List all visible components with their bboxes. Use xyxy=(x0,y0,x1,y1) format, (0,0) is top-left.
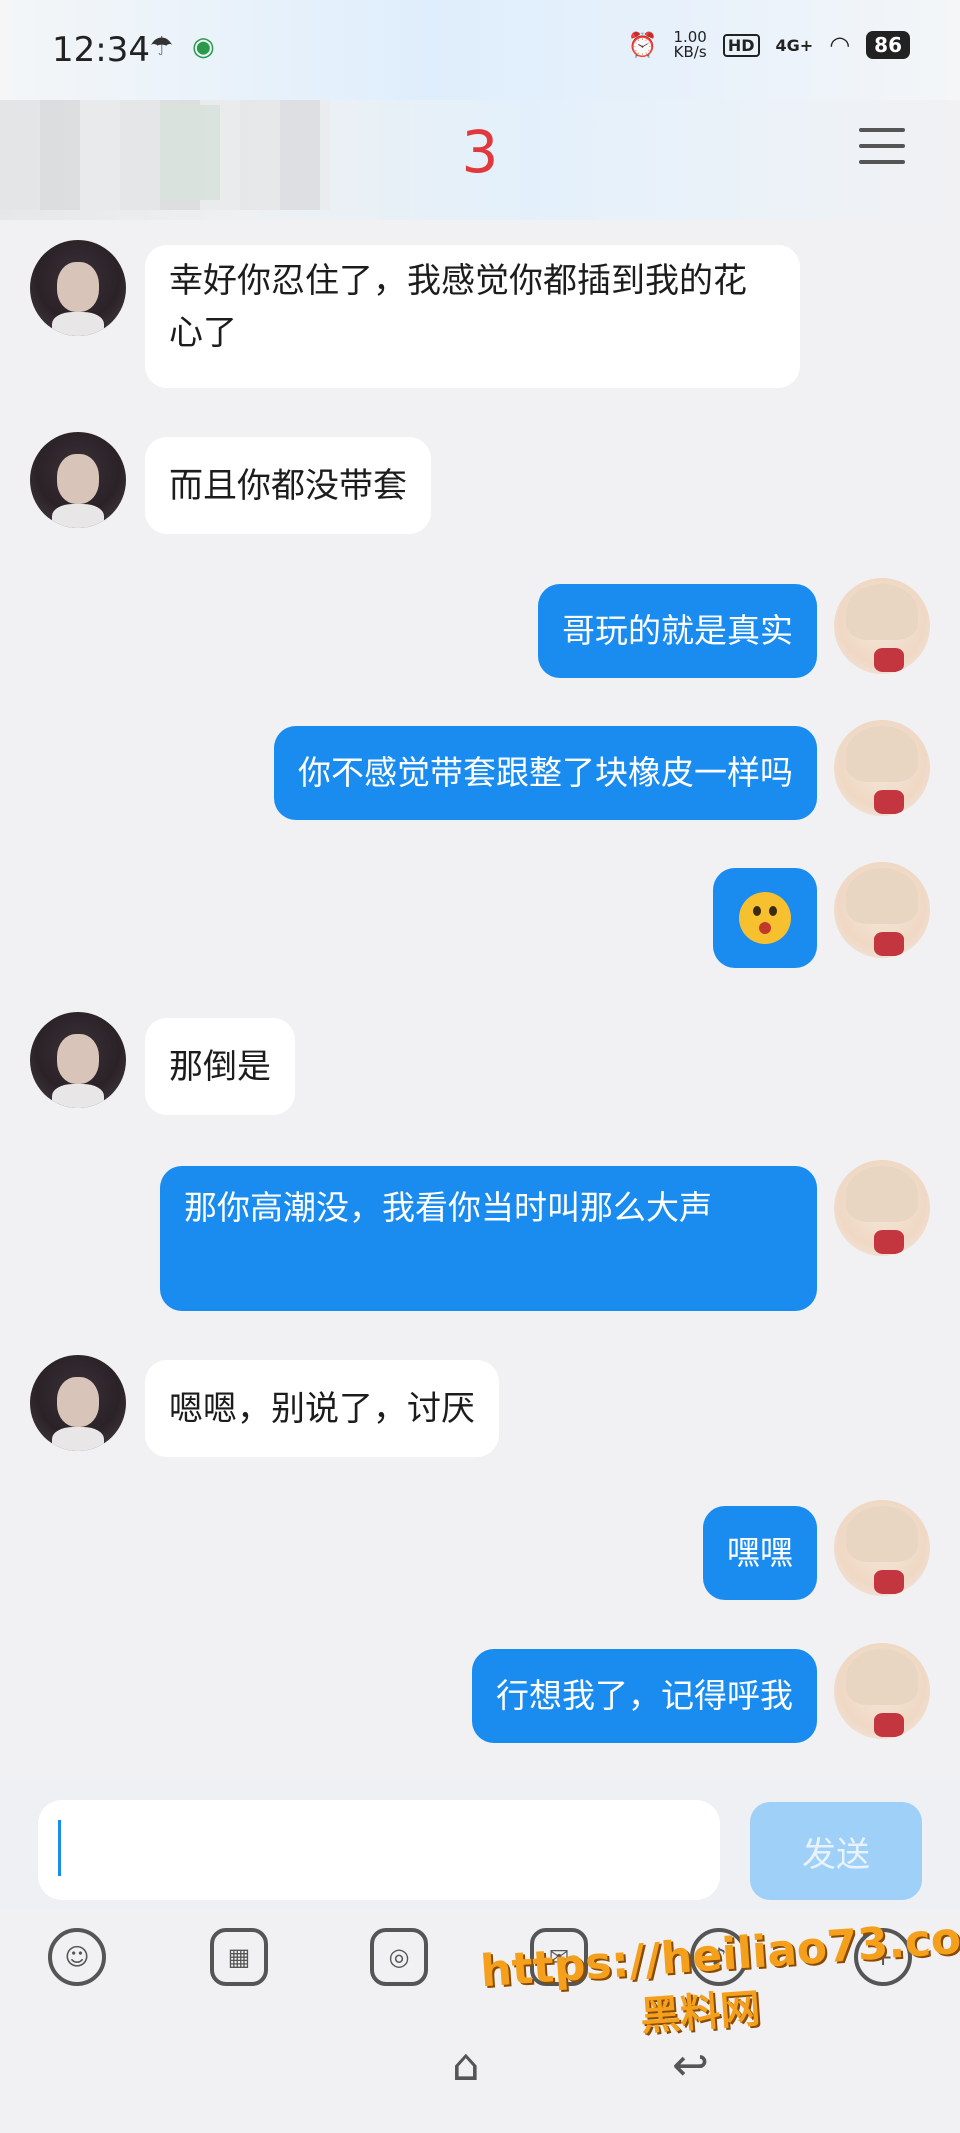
my-avatar[interactable] xyxy=(834,1160,930,1256)
message-bubble-incoming[interactable]: 幸好你忍住了，我感觉你都插到我的花心了 xyxy=(145,245,800,388)
menu-icon[interactable] xyxy=(859,128,905,168)
message-input[interactable] xyxy=(38,1800,720,1900)
contact-avatar[interactable] xyxy=(30,1012,126,1108)
my-avatar[interactable] xyxy=(834,1500,930,1596)
status-time: 12:34 xyxy=(52,30,150,70)
network-speed: 1.00 KB/s xyxy=(673,30,706,60)
message-bubble-outgoing[interactable]: 哥玩的就是真实 xyxy=(538,584,817,678)
battery-indicator: 86 xyxy=(866,31,910,59)
surprised-emoji-icon xyxy=(739,892,791,944)
message-bubble-outgoing[interactable]: 那你高潮没，我看你当时叫那么大声 xyxy=(160,1166,817,1311)
hd-badge: HD xyxy=(722,33,760,57)
vpn-icon: ☂ xyxy=(150,32,174,62)
my-avatar[interactable] xyxy=(834,862,930,958)
chat-header: 3 xyxy=(0,100,960,220)
message-bubble-outgoing[interactable]: 行想我了，记得呼我 xyxy=(472,1649,817,1743)
contact-avatar[interactable] xyxy=(30,1355,126,1451)
gif-sticker-icon[interactable]: ▦ xyxy=(210,1928,268,1986)
emoji-icon[interactable]: ☺ xyxy=(48,1928,106,1986)
message-bubble-outgoing[interactable]: 嘿嘿 xyxy=(703,1506,817,1600)
network-speed-text: 1.00 KB/s xyxy=(673,28,707,61)
home-icon[interactable]: ⌂ xyxy=(452,2040,480,2091)
back-icon[interactable]: ↩ xyxy=(672,2040,709,2091)
my-avatar[interactable] xyxy=(834,720,930,816)
alarm-icon: ⏰ xyxy=(627,31,658,59)
message-bubble-incoming[interactable]: 而且你都没带套 xyxy=(145,437,431,534)
message-bubble-outgoing[interactable]: 你不感觉带套跟整了块橡皮一样吗 xyxy=(274,726,817,820)
contact-avatar[interactable] xyxy=(30,240,126,336)
composer-bar: 发送 xyxy=(0,1780,960,1910)
app-notification-icon: ◉ xyxy=(192,32,215,62)
my-avatar[interactable] xyxy=(834,578,930,674)
camera-icon[interactable]: ◎ xyxy=(370,1928,428,1986)
signal-label: 4G+ xyxy=(775,35,814,55)
message-bubble-outgoing[interactable] xyxy=(713,868,817,968)
my-avatar[interactable] xyxy=(834,1643,930,1739)
send-button[interactable]: 发送 xyxy=(750,1802,922,1900)
text-caret xyxy=(58,1820,61,1876)
system-nav-bar: ⌂ ↩ xyxy=(0,2020,960,2133)
status-right-group: ⏰ 1.00 KB/s HD 4G+ ◠ 86 xyxy=(628,30,910,60)
contact-avatar[interactable] xyxy=(30,432,126,528)
status-bar: 12:34 ☂ ◉ ⏰ 1.00 KB/s HD 4G+ ◠ 86 xyxy=(0,0,960,100)
wifi-icon: ◠ xyxy=(829,31,851,59)
message-bubble-incoming[interactable]: 那倒是 xyxy=(145,1018,295,1115)
chat-title: 3 xyxy=(461,118,499,186)
message-bubble-incoming[interactable]: 嗯嗯，别说了，讨厌 xyxy=(145,1360,499,1457)
